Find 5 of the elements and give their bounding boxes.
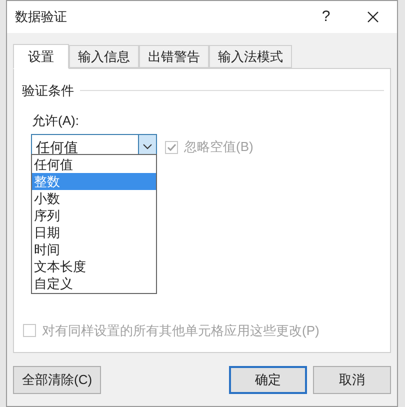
checkbox-label: 对有同样设置的所有其他单元格应用这些更改(P): [42, 322, 320, 340]
window-title: 数据验证: [15, 8, 68, 26]
checkbox-label: 忽略空值(B): [184, 138, 254, 156]
field-label: 允许(A):: [32, 112, 79, 130]
group-title: 验证条件: [22, 82, 74, 100]
